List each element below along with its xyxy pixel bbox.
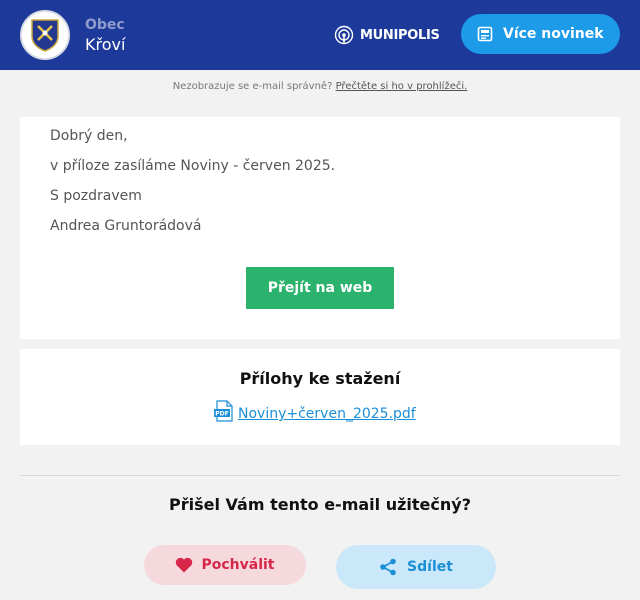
go-to-web-button[interactable]: Přejít na web bbox=[246, 267, 394, 309]
coat-of-arms-icon bbox=[31, 19, 59, 52]
svg-text:PDF: PDF bbox=[215, 411, 228, 418]
signature-text: Andrea Gruntorádová bbox=[50, 218, 202, 234]
share-button[interactable]: Sdílet bbox=[336, 545, 496, 589]
email-header: Obec Křoví MUNIPOLIS Více novinek bbox=[0, 0, 640, 70]
browser-view-notice: Nezobrazuje se e-mail správně? Přečtěte … bbox=[0, 81, 640, 92]
attachment-item[interactable]: PDF Noviny+červen_2025.pdf bbox=[214, 400, 416, 422]
more-news-button[interactable]: Více novinek bbox=[461, 14, 620, 54]
more-news-label: Více novinek bbox=[503, 26, 604, 42]
attachments-title: Přílohy ke stažení bbox=[239, 369, 401, 388]
view-in-browser-link[interactable]: Přečtěte si ho v prohlížeči. bbox=[336, 81, 468, 92]
broadcast-icon bbox=[334, 25, 354, 45]
pdf-icon: PDF bbox=[214, 400, 233, 422]
municipality-crest-logo[interactable] bbox=[20, 10, 70, 60]
feedback-question: Přišel Vám tento e-mail užitečný? bbox=[169, 495, 471, 514]
share-label: Sdílet bbox=[407, 559, 453, 575]
munipolis-logo[interactable]: MUNIPOLIS bbox=[334, 24, 440, 46]
municipality-name: Obec Křoví bbox=[85, 16, 125, 55]
like-button[interactable]: Pochválit bbox=[144, 545, 306, 585]
heart-icon bbox=[176, 557, 193, 573]
attachment-link[interactable]: Noviny+červen_2025.pdf bbox=[238, 406, 416, 422]
org-prefix: Obec bbox=[85, 17, 125, 33]
notice-text: Nezobrazuje se e-mail správně? bbox=[172, 81, 333, 92]
share-icon bbox=[380, 558, 396, 576]
brand-text: MUNIPOLIS bbox=[360, 27, 440, 43]
message-body-text: v příloze zasíláme Noviny - červen 2025. bbox=[50, 158, 336, 174]
message-card: Dobrý den, v příloze zasíláme Noviny - č… bbox=[20, 117, 620, 339]
attachments-card: Přílohy ke stažení PDF Noviny+červen_202… bbox=[20, 349, 620, 445]
greeting-text: Dobrý den, bbox=[50, 128, 128, 144]
closing-text: S pozdravem bbox=[50, 188, 142, 204]
like-label: Pochválit bbox=[201, 557, 275, 573]
divider bbox=[20, 475, 620, 476]
newspaper-icon bbox=[477, 26, 493, 42]
org-name: Křoví bbox=[85, 35, 126, 54]
